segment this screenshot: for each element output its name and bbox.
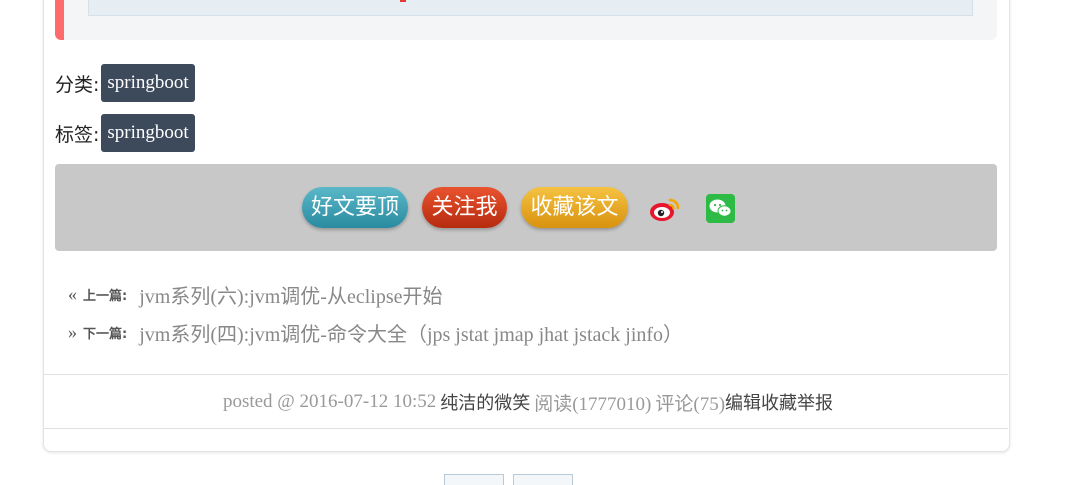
tags-row: 标签: springboot: [55, 114, 195, 152]
category-label: 分类:: [55, 73, 100, 96]
author-link[interactable]: 纯洁的微笑: [440, 389, 530, 415]
prev-post: « 上一篇: jvm系列(六):jvm调优-从eclipse开始: [68, 279, 443, 309]
read-count: 阅读(1777010): [534, 393, 652, 415]
digg-button[interactable]: 好文要顶: [302, 187, 408, 228]
code-highlight: [400, 0, 406, 2]
favorite-link[interactable]: 收藏: [761, 389, 797, 415]
next-arrow: »: [68, 321, 77, 342]
footer-divider-bottom: [44, 428, 1008, 429]
weibo-icon[interactable]: [649, 195, 681, 223]
comment-count[interactable]: 评论(75): [655, 389, 725, 416]
category-tag[interactable]: springboot: [101, 64, 195, 102]
prev-arrow: «: [68, 283, 77, 304]
tags-label: 标签:: [55, 123, 100, 146]
next-label: 下一篇:: [83, 326, 128, 342]
edit-link[interactable]: 编辑: [725, 389, 761, 415]
favorite-button[interactable]: 收藏该文: [521, 187, 628, 228]
post-date: posted @ 2016-07-12 10:52: [222, 391, 437, 412]
next-post-link[interactable]: jvm系列(四):jvm调优-命令大全（jps jstat jmap jhat …: [139, 318, 683, 347]
pager-button-prev[interactable]: [444, 474, 504, 485]
category-row: 分类: springboot: [55, 64, 195, 102]
wechat-icon[interactable]: [706, 194, 735, 223]
post-footer: posted @ 2016-07-12 10:52 纯洁的微笑 阅读(17770…: [44, 376, 1008, 428]
follow-button[interactable]: 关注我: [422, 187, 507, 228]
report-link[interactable]: 举报: [797, 389, 833, 415]
code-block: [88, 0, 973, 16]
prev-post-link[interactable]: jvm系列(六):jvm调优-从eclipse开始: [139, 280, 442, 309]
share-bar: 好文要顶 关注我 收藏该文: [55, 164, 997, 251]
prev-label: 上一篇:: [83, 288, 128, 304]
next-post: » 下一篇: jvm系列(四):jvm调优-命令大全（jps jstat jma…: [68, 317, 683, 347]
footer-divider-top: [44, 374, 1008, 375]
tag-link[interactable]: springboot: [101, 114, 195, 152]
pager-button-next[interactable]: [513, 474, 573, 485]
